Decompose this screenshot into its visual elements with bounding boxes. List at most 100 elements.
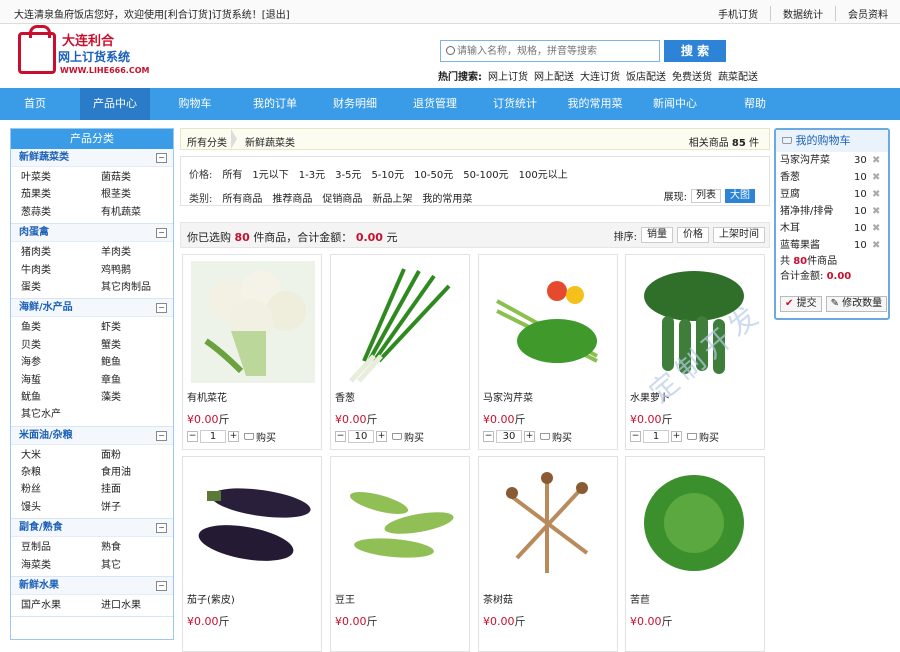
quantity-input[interactable]: 1 — [643, 430, 669, 443]
increase-button[interactable]: + — [376, 431, 387, 442]
product-card[interactable]: 香葱 ¥0.00斤 − 10 + 购买 — [330, 254, 470, 450]
category-name[interactable]: 米面油/杂粮 — [19, 430, 73, 441]
decrease-button[interactable]: − — [483, 431, 494, 442]
subcategory-link[interactable]: 挂面 — [101, 481, 173, 498]
hot-search-link[interactable]: 饭店配送 — [626, 68, 666, 83]
type-filter-option[interactable]: 所有商品 — [222, 190, 262, 205]
hot-search-link[interactable]: 蔬菜配送 — [718, 68, 758, 83]
subcategory-link[interactable]: 鸡鸭鹅 — [101, 262, 173, 279]
subcategory-link[interactable]: 茄果类 — [21, 186, 101, 203]
product-card[interactable]: 有机菜花 ¥0.00斤 − 1 + 购买 — [182, 254, 322, 450]
subcategory-link[interactable]: 豆制品 — [21, 539, 101, 556]
product-name[interactable]: 茄子(紫皮) — [187, 591, 235, 606]
subcategory-link[interactable]: 鱼类 — [21, 319, 101, 336]
subcategory-link[interactable]: 根茎类 — [101, 186, 173, 203]
hot-search-link[interactable]: 网上配送 — [534, 68, 574, 83]
collapse-icon[interactable]: − — [156, 581, 167, 592]
nav-help[interactable]: 帮助 — [720, 88, 790, 120]
quantity-input[interactable]: 30 — [496, 430, 522, 443]
increase-button[interactable]: + — [228, 431, 239, 442]
product-card[interactable]: 马家沟芹菜 ¥0.00斤 − 30 + 购买 — [478, 254, 618, 450]
type-filter-option[interactable]: 推荐商品 — [272, 190, 312, 205]
product-card[interactable]: 苦苣 ¥0.00斤 — [625, 456, 765, 652]
subcategory-link[interactable]: 熟食 — [101, 539, 173, 556]
subcategory-link[interactable]: 杂粮 — [21, 464, 101, 481]
remove-icon[interactable]: ✖ — [872, 152, 880, 169]
product-card[interactable]: 豆王 ¥0.00斤 — [330, 456, 470, 652]
mobile-order-link[interactable]: 手机订货 — [706, 6, 770, 21]
product-name[interactable]: 苦苣 — [630, 591, 650, 606]
collapse-icon[interactable]: − — [156, 153, 167, 163]
member-info-menu[interactable]: 会员资料 — [835, 6, 900, 21]
hot-search-link[interactable]: 网上订货 — [488, 68, 528, 83]
category-title[interactable]: 海鲜/水产品 − — [11, 299, 173, 318]
price-filter-option[interactable]: 所有 — [222, 166, 242, 181]
subcategory-link[interactable]: 葱蒜类 — [21, 204, 101, 221]
quantity-input[interactable]: 1 — [200, 430, 226, 443]
tea-tree-mushroom-image[interactable] — [487, 463, 611, 585]
green-bean-image[interactable] — [339, 463, 463, 585]
collapse-icon[interactable]: − — [156, 303, 167, 314]
category-title[interactable]: 米面油/杂粮 − — [11, 426, 173, 445]
category-title[interactable]: 新鲜蔬菜类 − — [11, 149, 173, 167]
sort-by-sales-button[interactable]: 销量 — [641, 227, 673, 243]
nav-orders[interactable]: 我的订单 — [240, 88, 310, 120]
remove-icon[interactable]: ✖ — [872, 237, 880, 254]
sort-by-price-button[interactable]: 价格 — [677, 227, 709, 243]
search-button[interactable]: 搜 索 — [664, 40, 726, 62]
subcategory-link[interactable]: 进口水果 — [101, 597, 173, 614]
subcategory-link[interactable]: 大米 — [21, 447, 101, 464]
increase-button[interactable]: + — [524, 431, 535, 442]
subcategory-link[interactable]: 章鱼 — [101, 372, 173, 389]
category-title[interactable]: 肉蛋禽 − — [11, 224, 173, 243]
price-filter-option[interactable]: 1-3元 — [299, 166, 325, 181]
subcategory-link[interactable]: 有机蔬菜 — [101, 204, 173, 221]
nav-products[interactable]: 产品中心 — [80, 88, 150, 120]
nav-stats[interactable]: 订货统计 — [480, 88, 550, 120]
nav-finance[interactable]: 财务明细 — [320, 88, 390, 120]
search-input[interactable] — [457, 42, 657, 60]
product-name[interactable]: 茶树菇 — [483, 591, 513, 606]
subcategory-link[interactable]: 面粉 — [101, 447, 173, 464]
quantity-input[interactable]: 10 — [348, 430, 374, 443]
subcategory-link[interactable]: 鱿鱼 — [21, 389, 101, 406]
type-filter-option[interactable]: 新品上架 — [372, 190, 412, 205]
modify-quantity-button[interactable]: ✎ 修改数量 — [825, 296, 888, 312]
category-name[interactable]: 海鲜/水产品 — [19, 302, 73, 313]
buy-button[interactable]: 购买 — [392, 429, 424, 444]
subcategory-link[interactable]: 猪肉类 — [21, 244, 101, 261]
subcategory-link[interactable]: 牛肉类 — [21, 262, 101, 279]
product-name[interactable]: 香葱 — [335, 389, 355, 404]
type-filter-option[interactable]: 我的常用菜 — [422, 190, 472, 205]
type-filter-option[interactable]: 促销商品 — [322, 190, 362, 205]
remove-icon[interactable]: ✖ — [872, 169, 880, 186]
list-view-button[interactable]: 列表 — [691, 188, 721, 203]
subcategory-link[interactable]: 蛋类 — [21, 279, 101, 296]
subcategory-link[interactable]: 饼子 — [101, 499, 173, 516]
subcategory-link[interactable]: 海菜类 — [21, 557, 101, 574]
buy-button[interactable]: 购买 — [244, 429, 276, 444]
subcategory-link[interactable]: 馒头 — [21, 499, 101, 516]
nav-home[interactable]: 首页 — [0, 88, 70, 120]
nav-news[interactable]: 新闻中心 — [640, 88, 710, 120]
price-filter-option[interactable]: 10-50元 — [414, 166, 453, 181]
collapse-icon[interactable]: − — [156, 430, 167, 441]
remove-icon[interactable]: ✖ — [872, 220, 880, 237]
category-name[interactable]: 副食/熟食 — [19, 522, 63, 533]
subcategory-link[interactable]: 其它水产 — [21, 406, 101, 423]
product-card[interactable]: 茶树菇 ¥0.00斤 — [478, 456, 618, 652]
cauliflower-image[interactable] — [191, 261, 315, 383]
buy-button[interactable]: 购买 — [540, 429, 572, 444]
subcategory-link[interactable]: 叶菜类 — [21, 169, 101, 186]
subcategory-link[interactable]: 其它肉制品 — [101, 279, 173, 296]
remove-icon[interactable]: ✖ — [872, 186, 880, 203]
collapse-icon[interactable]: − — [156, 228, 167, 239]
hot-search-link[interactable]: 大连订货 — [580, 68, 620, 83]
remove-icon[interactable]: ✖ — [872, 203, 880, 220]
grid-view-button[interactable]: 大图 — [725, 188, 755, 203]
nav-returns[interactable]: 退货管理 — [400, 88, 470, 120]
category-name[interactable]: 新鲜水果 — [19, 580, 59, 591]
subcategory-link[interactable]: 羊肉类 — [101, 244, 173, 261]
price-filter-option[interactable]: 1元以下 — [252, 166, 288, 181]
decrease-button[interactable]: − — [630, 431, 641, 442]
